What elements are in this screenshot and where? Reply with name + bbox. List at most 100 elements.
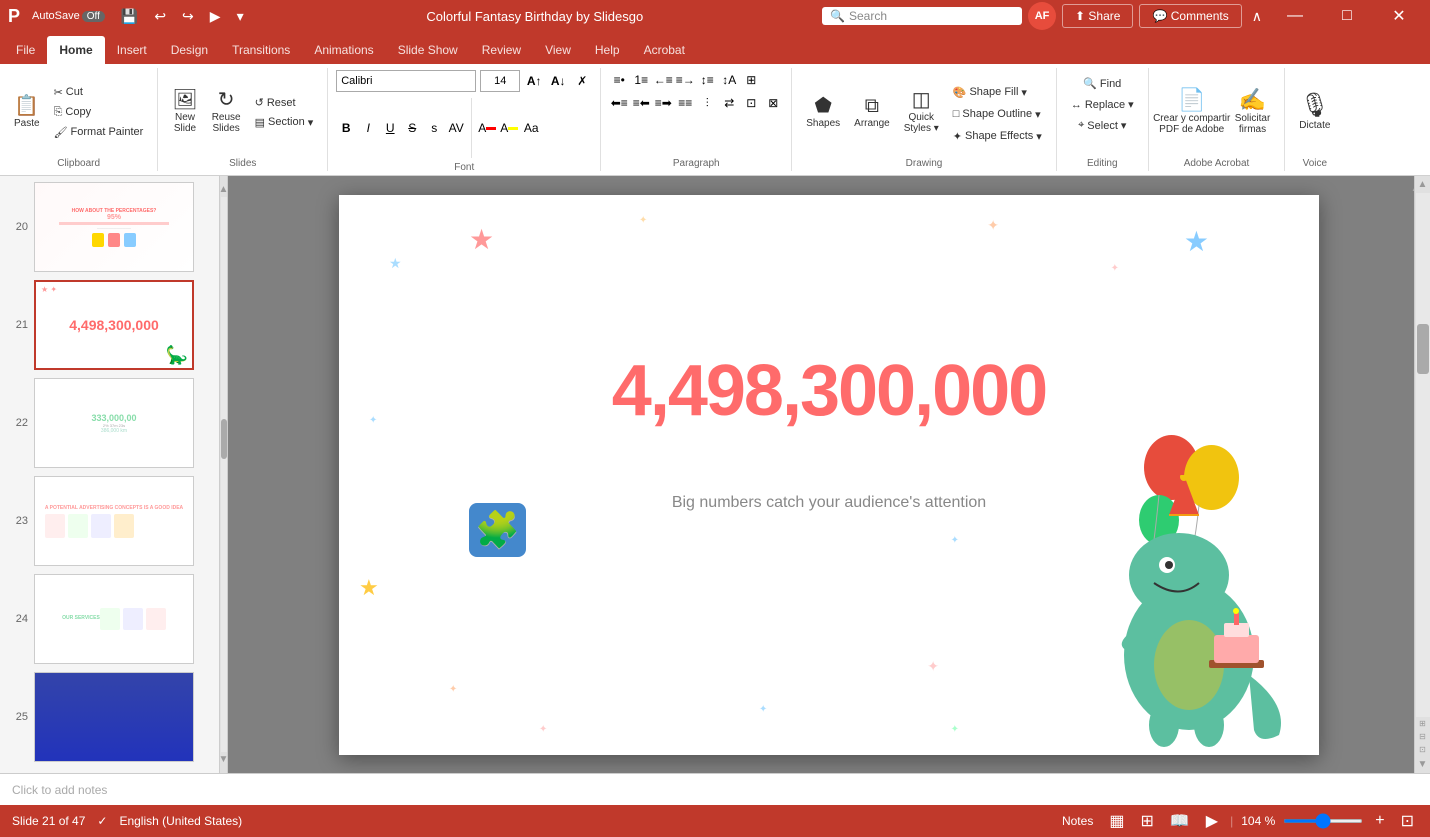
customize-qa[interactable]: ▾: [233, 6, 248, 27]
shape-fill-button[interactable]: 🎨 Shape Fill ▾: [947, 83, 1048, 102]
slide-item-22[interactable]: 22 333,000,00 2% 37m 23s 386,000 km: [4, 376, 215, 470]
shape-effects-button[interactable]: ✦ Shape Effects ▾: [947, 127, 1048, 146]
reuse-slides-button[interactable]: ↻ ReuseSlides: [206, 86, 247, 138]
canvas-scroll-zoom-in[interactable]: ⊞: [1419, 717, 1426, 730]
quick-styles-button[interactable]: ◫ QuickStyles ▾: [898, 86, 945, 138]
slide-thumb-23[interactable]: A POTENTIAL ADVERTISING CONCEPTS IS A GO…: [34, 476, 194, 566]
columns-button[interactable]: ⫶: [697, 93, 717, 113]
tab-file[interactable]: File: [4, 36, 47, 64]
tab-acrobat[interactable]: Acrobat: [632, 36, 697, 64]
tab-transitions[interactable]: Transitions: [220, 36, 302, 64]
notes-button[interactable]: Notes: [1058, 812, 1097, 830]
spell-check-icon[interactable]: ✓: [97, 814, 107, 828]
tab-help[interactable]: Help: [583, 36, 632, 64]
zoom-in-button[interactable]: +: [1371, 810, 1388, 832]
align-center-button[interactable]: ≡⬅: [631, 93, 651, 113]
align-text-button[interactable]: ⊡: [741, 93, 761, 113]
italic-button[interactable]: I: [358, 118, 378, 138]
comments-button[interactable]: 💬 Comments: [1139, 4, 1241, 28]
zoom-slider[interactable]: [1283, 819, 1363, 823]
text-case-button[interactable]: Aa: [521, 118, 541, 138]
slide-thumb-21[interactable]: ★ ✦ 4,498,300,000 🦕: [34, 280, 194, 370]
numbering-button[interactable]: 1≡: [631, 70, 651, 90]
slide-thumb-24[interactable]: OUR SERVICES: [34, 574, 194, 664]
slide-item-21[interactable]: 21 ★ ✦ 4,498,300,000 🦕: [4, 278, 215, 372]
canvas-scroll-up-btn[interactable]: ▲: [1418, 176, 1428, 193]
cut-button[interactable]: ✂ Cut: [48, 83, 150, 102]
reading-view-button[interactable]: 📖: [1166, 809, 1194, 833]
canvas-area[interactable]: ▲ ★ ★ ✦ ✦ ★ ✦ ✦ ★ ✦ ✦ ✦ ✦ ✦ ✦ 4,498,300,…: [228, 176, 1430, 773]
undo-button[interactable]: ↩: [150, 6, 170, 27]
slide-item-20[interactable]: 20 HOW ABOUT THE PERCENTAGES? 95% ──────…: [4, 180, 215, 274]
slide-canvas[interactable]: ★ ★ ✦ ✦ ★ ✦ ✦ ★ ✦ ✦ ✦ ✦ ✦ ✦ 4,498,300,00…: [339, 195, 1319, 755]
ribbon-collapse-button[interactable]: ∧: [1248, 6, 1266, 27]
find-button[interactable]: 🔍 Find: [1077, 74, 1127, 93]
tab-animations[interactable]: Animations: [302, 36, 385, 64]
notes-area[interactable]: Click to add notes: [0, 773, 1430, 805]
slide-sorter-button[interactable]: ⊞: [1136, 809, 1157, 833]
slide-item-25[interactable]: 25: [4, 670, 215, 764]
save-button[interactable]: 💾: [117, 6, 142, 27]
convert-smartart-button[interactable]: ⊠: [763, 93, 783, 113]
bold-button[interactable]: B: [336, 118, 356, 138]
replace-button[interactable]: ↔ Replace ▾: [1065, 95, 1140, 114]
tab-view[interactable]: View: [533, 36, 583, 64]
copy-button[interactable]: ⎘ Copy: [48, 103, 150, 122]
indent-inc-button[interactable]: ≡→: [675, 70, 695, 90]
font-name-input[interactable]: [336, 70, 476, 92]
close-button[interactable]: ✕: [1376, 0, 1422, 32]
new-slide-button[interactable]: 🖼 NewSlide: [166, 86, 203, 138]
scroll-up-arrow[interactable]: ▲: [219, 184, 229, 195]
underline-button[interactable]: U: [380, 118, 400, 138]
tab-home[interactable]: Home: [47, 36, 104, 64]
slide-thumb-25[interactable]: [34, 672, 194, 762]
scroll-thumb[interactable]: [221, 419, 227, 459]
puzzle-icon[interactable]: 🧩: [469, 503, 526, 557]
align-left-button[interactable]: ⬅≡: [609, 93, 629, 113]
dictate-button[interactable]: 🎙 Dictate: [1293, 90, 1336, 135]
charspacing-button[interactable]: AV: [446, 118, 466, 138]
present-button[interactable]: ▶: [206, 6, 225, 27]
add-shapes-button[interactable]: ⊞: [741, 70, 761, 90]
minimize-button[interactable]: —: [1272, 0, 1318, 32]
sort-button[interactable]: ↕A: [719, 70, 739, 90]
font-size-input[interactable]: [480, 70, 520, 92]
paste-button[interactable]: 📋 Paste: [8, 92, 46, 133]
redo-button[interactable]: ↪: [178, 6, 198, 27]
reset-button[interactable]: ↺ Reset: [249, 93, 320, 112]
slide-item-23[interactable]: 23 A POTENTIAL ADVERTISING CONCEPTS IS A…: [4, 474, 215, 568]
indent-dec-button[interactable]: ←≡: [653, 70, 673, 90]
request-sign-button[interactable]: ✍ Solicitarfirmas: [1229, 85, 1277, 139]
canvas-scroll-fit[interactable]: ⊡: [1419, 743, 1426, 756]
section-button[interactable]: ▤ Section ▾: [249, 113, 320, 132]
increase-font-button[interactable]: A↑: [524, 71, 544, 91]
line-spacing-button[interactable]: ↕≡: [697, 70, 717, 90]
fit-slide-button[interactable]: ⊡: [1397, 809, 1418, 833]
normal-view-button[interactable]: ▦: [1105, 809, 1128, 833]
canvas-scroll-zoom-out[interactable]: ⊟: [1419, 730, 1426, 743]
shadow-button[interactable]: s: [424, 118, 444, 138]
justify-button[interactable]: ≡≡: [675, 93, 695, 113]
highlight-color-button[interactable]: A: [499, 118, 519, 138]
decrease-font-button[interactable]: A↓: [548, 71, 568, 91]
scroll-down-arrow[interactable]: ▼: [219, 754, 229, 765]
slide-thumb-22[interactable]: 333,000,00 2% 37m 23s 386,000 km: [34, 378, 194, 468]
shape-outline-button[interactable]: □ Shape Outline ▾: [947, 105, 1048, 124]
font-color-button[interactable]: A: [477, 118, 497, 138]
slide-thumb-20[interactable]: HOW ABOUT THE PERCENTAGES? 95% ─────────…: [34, 182, 194, 272]
arrange-button[interactable]: ⧉ Arrange: [848, 92, 896, 133]
shapes-button[interactable]: ⬟ Shapes: [800, 92, 846, 133]
canvas-scroll-down-btn[interactable]: ▼: [1418, 756, 1428, 773]
autosave-toggle[interactable]: AutoSave Off: [28, 8, 109, 24]
canvas-right-scrollbar[interactable]: ▲ ⊞ ⊟ ⊡ ▼: [1414, 176, 1430, 773]
format-painter-button[interactable]: 🖌 Format Painter: [48, 123, 150, 142]
share-button[interactable]: ⬆ Share: [1062, 4, 1133, 28]
panel-scrollbar[interactable]: ▲ ▼: [220, 176, 228, 773]
search-bar[interactable]: 🔍 Search: [822, 7, 1022, 25]
tab-slideshow[interactable]: Slide Show: [386, 36, 470, 64]
bullets-button[interactable]: ≡•: [609, 70, 629, 90]
strikethrough-button[interactable]: S: [402, 118, 422, 138]
create-pdf-button[interactable]: 📄 Crear y compartirPDF de Adobe: [1157, 85, 1227, 139]
tab-insert[interactable]: Insert: [105, 36, 159, 64]
slideshow-button[interactable]: ▶: [1202, 809, 1222, 833]
